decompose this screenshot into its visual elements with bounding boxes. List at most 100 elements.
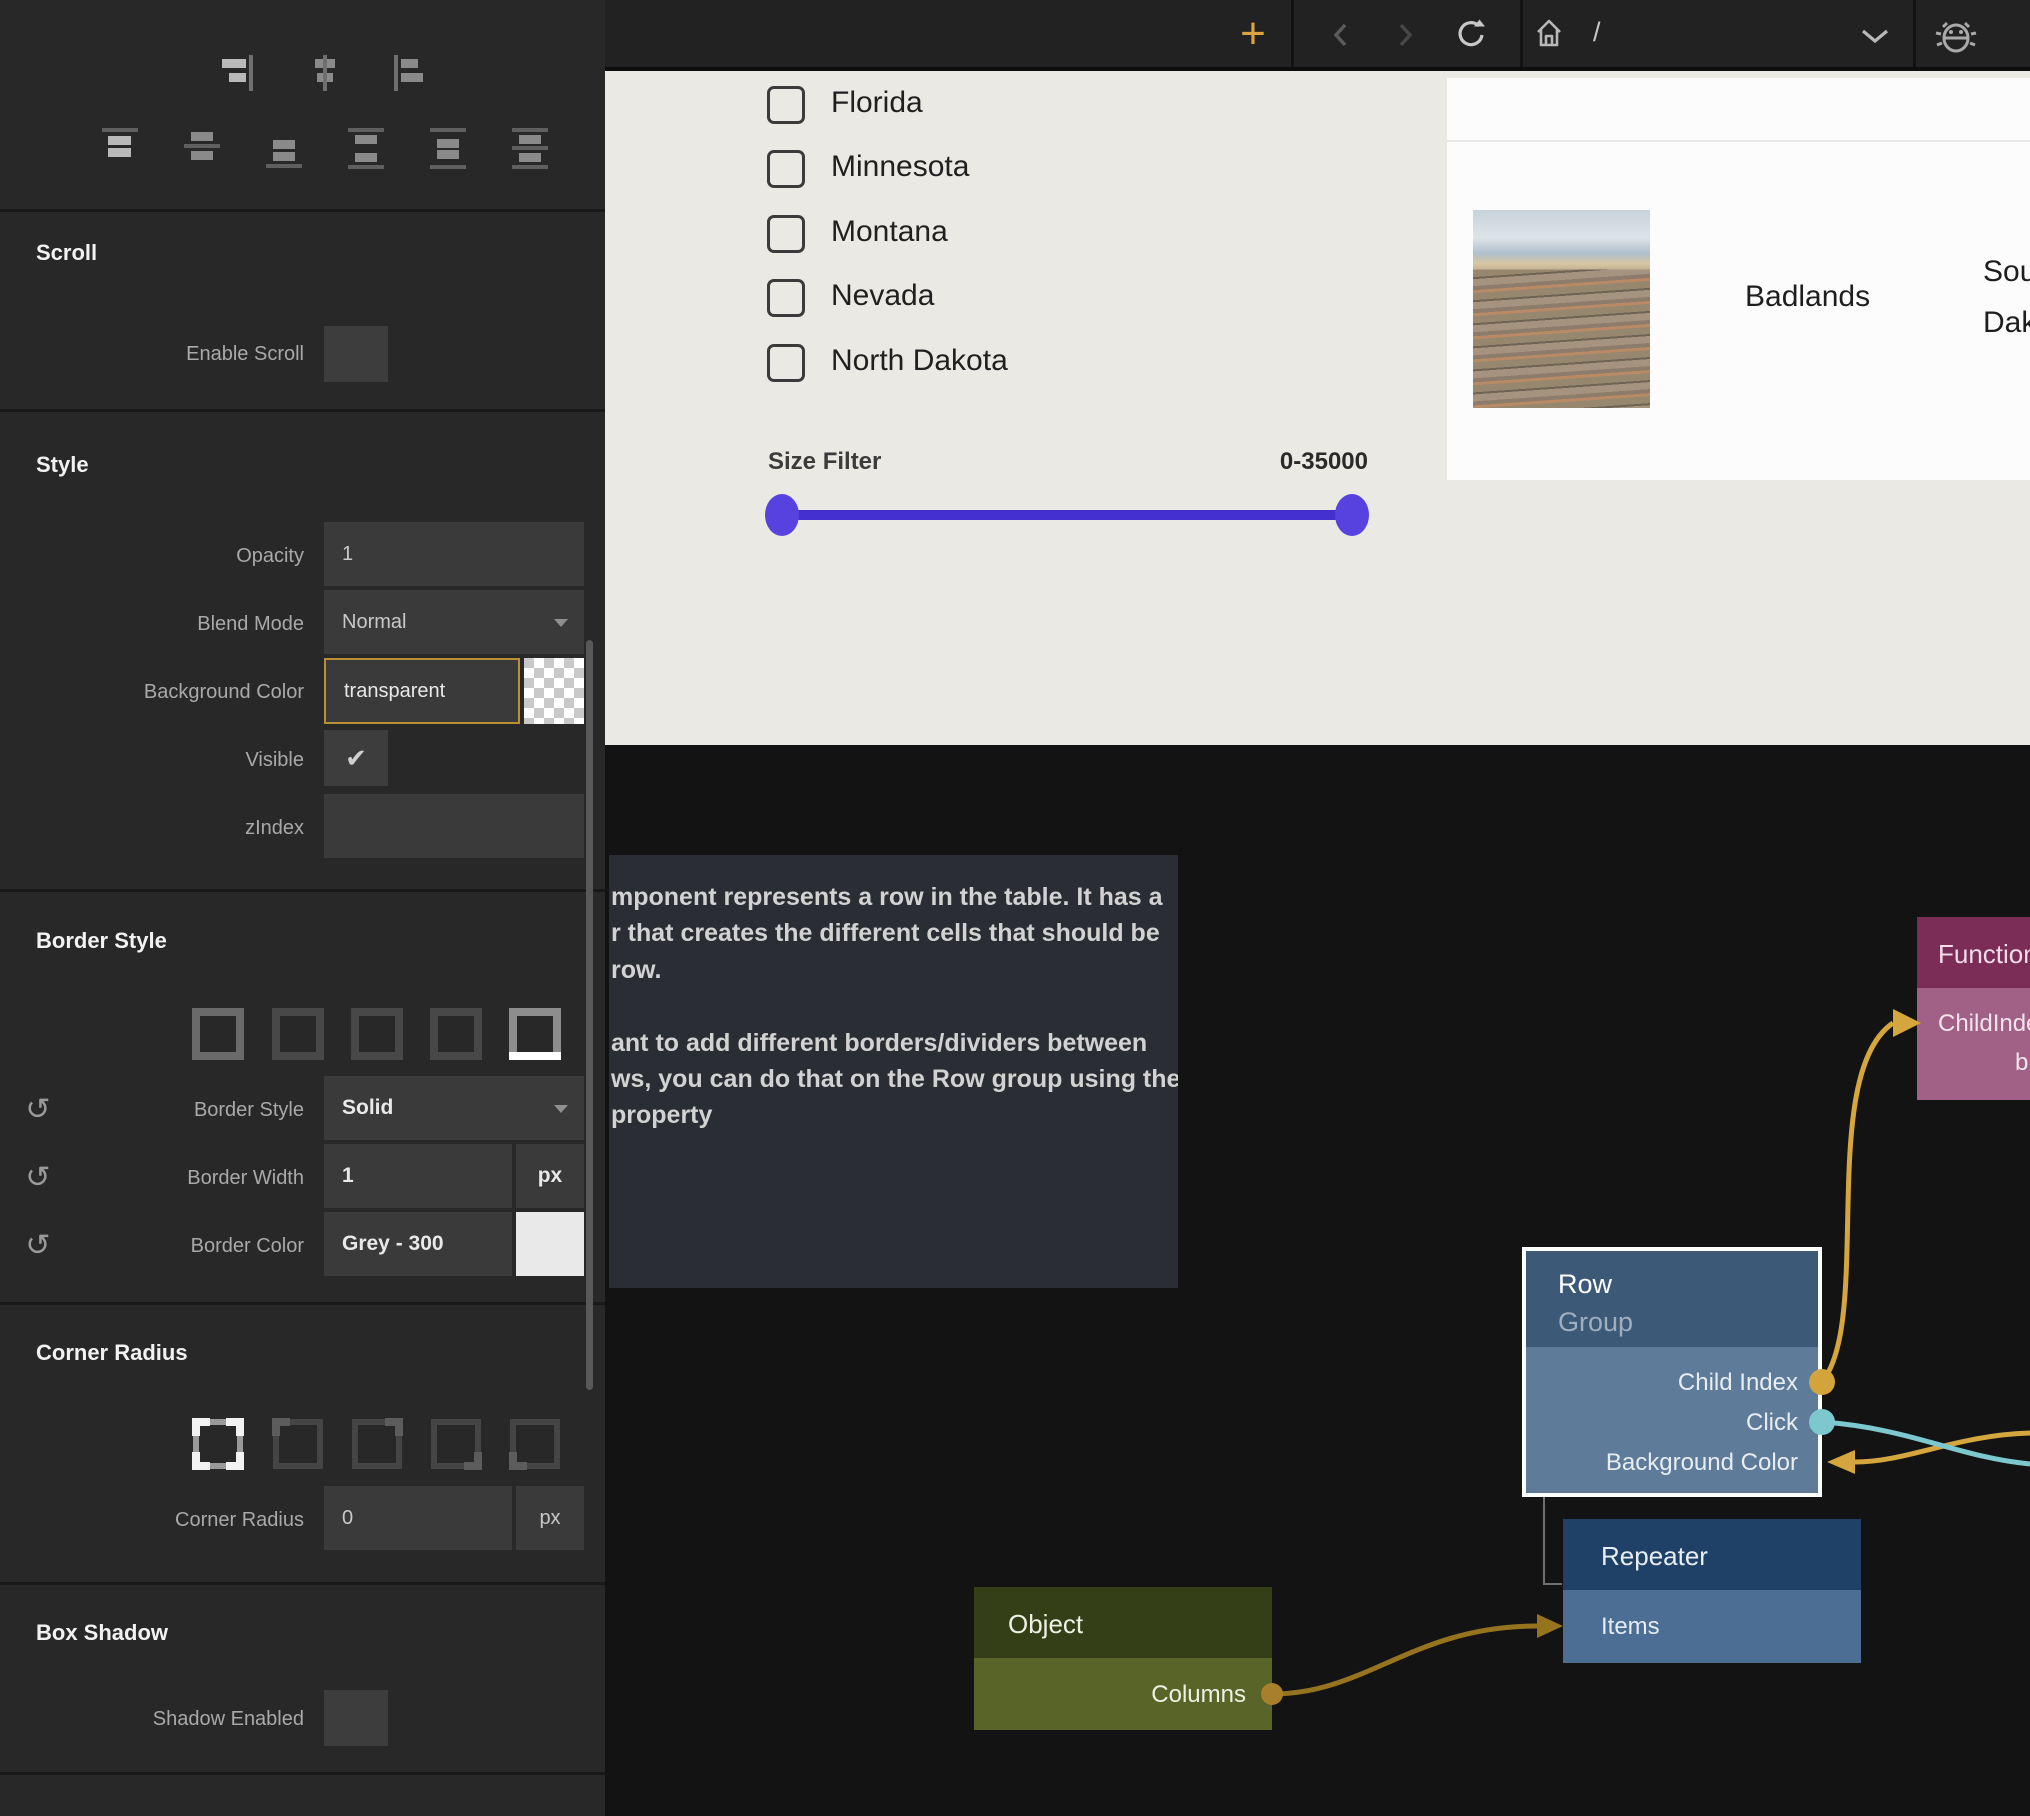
opacity-label: Opacity: [0, 545, 304, 568]
border-bottom-icon-selected[interactable]: [503, 1002, 567, 1066]
port-childindex[interactable]: ChildInde: [1938, 1010, 2030, 1038]
visible-checkbox[interactable]: ✔: [324, 730, 388, 786]
justify-distribute-icon[interactable]: [510, 126, 550, 172]
justify-bottom-icon[interactable]: [264, 126, 304, 172]
properties-panel: Scroll Enable Scroll Style Opacity 1 Ble…: [0, 0, 605, 1816]
corner-radius-unit[interactable]: px: [516, 1486, 584, 1550]
state-checkbox-label: Minnesota: [831, 150, 969, 184]
enable-scroll-checkbox[interactable]: [324, 326, 388, 382]
state-checkbox[interactable]: [767, 86, 805, 124]
border-right-icon[interactable]: [345, 1002, 409, 1066]
justify-center-icon[interactable]: [182, 126, 222, 172]
port-columns[interactable]: Columns: [1151, 1681, 1246, 1709]
corner-top-left-icon[interactable]: [266, 1412, 330, 1476]
blend-mode-select[interactable]: Normal: [324, 590, 584, 654]
state-checkbox[interactable]: [767, 279, 805, 317]
port-b-clipped[interactable]: b: [2015, 1049, 2028, 1077]
align-left-icon[interactable]: [386, 50, 434, 98]
section-divider: [0, 1772, 605, 1775]
visible-label: Visible: [0, 749, 304, 772]
home-icon[interactable]: [1535, 18, 1565, 50]
shadow-section-title: Box Shadow: [36, 1620, 168, 1646]
align-right-icon[interactable]: [216, 50, 264, 98]
align-center-horizontal-icon[interactable]: [301, 50, 349, 98]
node-row-group[interactable]: Row Group Child Index Click Background C…: [1522, 1247, 1822, 1497]
border-width-label: Border Width: [0, 1167, 304, 1190]
size-filter-slider-track[interactable]: [782, 510, 1352, 520]
border-color-input[interactable]: Grey - 300: [324, 1212, 512, 1276]
node-doc-tooltip: mponent represents a row in the table. I…: [609, 855, 1178, 1288]
wire-click-out: [1822, 1422, 2030, 1464]
justify-space-around-icon[interactable]: [428, 126, 468, 172]
toolbar-separator: [1291, 0, 1294, 67]
park-state-cell-line1: Sou: [1983, 255, 2030, 289]
tooltip-text: mponent represents a row in the table. I…: [611, 879, 1178, 1134]
section-divider: [0, 209, 605, 212]
section-divider: [0, 889, 605, 892]
zindex-label: zIndex: [0, 817, 304, 840]
port-child-index[interactable]: Child Index: [1678, 1369, 1798, 1397]
border-section-title: Border Style: [36, 928, 167, 954]
node-function[interactable]: Function ChildInde b: [1917, 917, 2030, 1100]
background-color-input[interactable]: transparent: [324, 658, 520, 724]
background-color-swatch[interactable]: [524, 658, 584, 724]
corner-all-icon-selected[interactable]: [186, 1412, 250, 1476]
border-all-sides-icon[interactable]: [186, 1002, 250, 1066]
enable-scroll-label: Enable Scroll: [0, 343, 304, 366]
corner-top-right-icon[interactable]: [345, 1412, 409, 1476]
border-top-icon[interactable]: [266, 1002, 330, 1066]
section-divider: [0, 409, 605, 412]
chevron-down-icon[interactable]: [1860, 28, 1890, 44]
app-preview-canvas: Florida Minnesota Montana Nevada North D…: [605, 71, 2030, 745]
border-color-label: Border Color: [0, 1235, 304, 1258]
wire-childindex-to-function: [1822, 1023, 1893, 1382]
port-items[interactable]: Items: [1601, 1613, 1660, 1641]
park-state-cell-line2: Dak: [1983, 306, 2030, 340]
border-width-unit[interactable]: px: [516, 1144, 584, 1208]
port-click[interactable]: Click: [1746, 1409, 1798, 1437]
corner-section-title: Corner Radius: [36, 1340, 188, 1366]
state-checkbox-label: Nevada: [831, 279, 934, 313]
back-icon[interactable]: [1332, 22, 1350, 48]
node-repeater-title: Repeater: [1601, 1541, 1708, 1572]
node-object[interactable]: Object Columns: [974, 1587, 1272, 1730]
table-header-divider: [1447, 140, 2030, 142]
justify-space-between-icon[interactable]: [346, 126, 386, 172]
size-filter-handle-min[interactable]: [765, 494, 799, 536]
size-filter-range: 0-35000: [1168, 448, 1368, 476]
corner-radius-input[interactable]: 0: [324, 1486, 512, 1550]
size-filter-label: Size Filter: [768, 448, 881, 476]
refresh-icon[interactable]: [1454, 18, 1488, 52]
shadow-enabled-label: Shadow Enabled: [0, 1708, 304, 1731]
state-checkbox[interactable]: [767, 344, 805, 382]
debug-bug-icon[interactable]: [1933, 12, 1979, 58]
preview-toolbar: + /: [605, 0, 2030, 71]
node-graph-canvas[interactable]: mponent represents a row in the table. I…: [605, 745, 2030, 1816]
border-style-value: Solid: [342, 1096, 393, 1120]
breadcrumb-path: /: [1593, 17, 1601, 48]
justify-top-icon[interactable]: [100, 126, 140, 172]
shadow-enabled-checkbox[interactable]: [324, 1690, 388, 1746]
add-page-button[interactable]: +: [1227, 8, 1279, 60]
node-repeater[interactable]: Repeater Items: [1563, 1519, 1861, 1663]
state-checkbox[interactable]: [767, 215, 805, 253]
border-color-swatch[interactable]: [516, 1212, 584, 1276]
opacity-input[interactable]: 1: [324, 522, 584, 586]
border-style-select[interactable]: Solid: [324, 1076, 584, 1140]
border-width-input[interactable]: 1: [324, 1144, 512, 1208]
corner-bottom-left-icon[interactable]: [503, 1412, 567, 1476]
size-filter-handle-max[interactable]: [1335, 494, 1369, 536]
node-function-title: Function: [1938, 939, 2030, 970]
state-checkbox[interactable]: [767, 150, 805, 188]
sidebar-scrollbar[interactable]: [586, 640, 593, 1390]
zindex-input[interactable]: [324, 794, 584, 858]
corner-radius-label: Corner Radius: [0, 1509, 304, 1532]
port-background-color[interactable]: Background Color: [1606, 1449, 1798, 1477]
toolbar-separator: [1913, 0, 1916, 67]
style-section-title: Style: [36, 452, 89, 478]
border-left-icon[interactable]: [424, 1002, 488, 1066]
node-row-group-subtitle: Group: [1558, 1307, 1633, 1338]
forward-icon[interactable]: [1396, 22, 1414, 48]
corner-bottom-right-icon[interactable]: [424, 1412, 488, 1476]
state-checkbox-label: Florida: [831, 86, 923, 120]
